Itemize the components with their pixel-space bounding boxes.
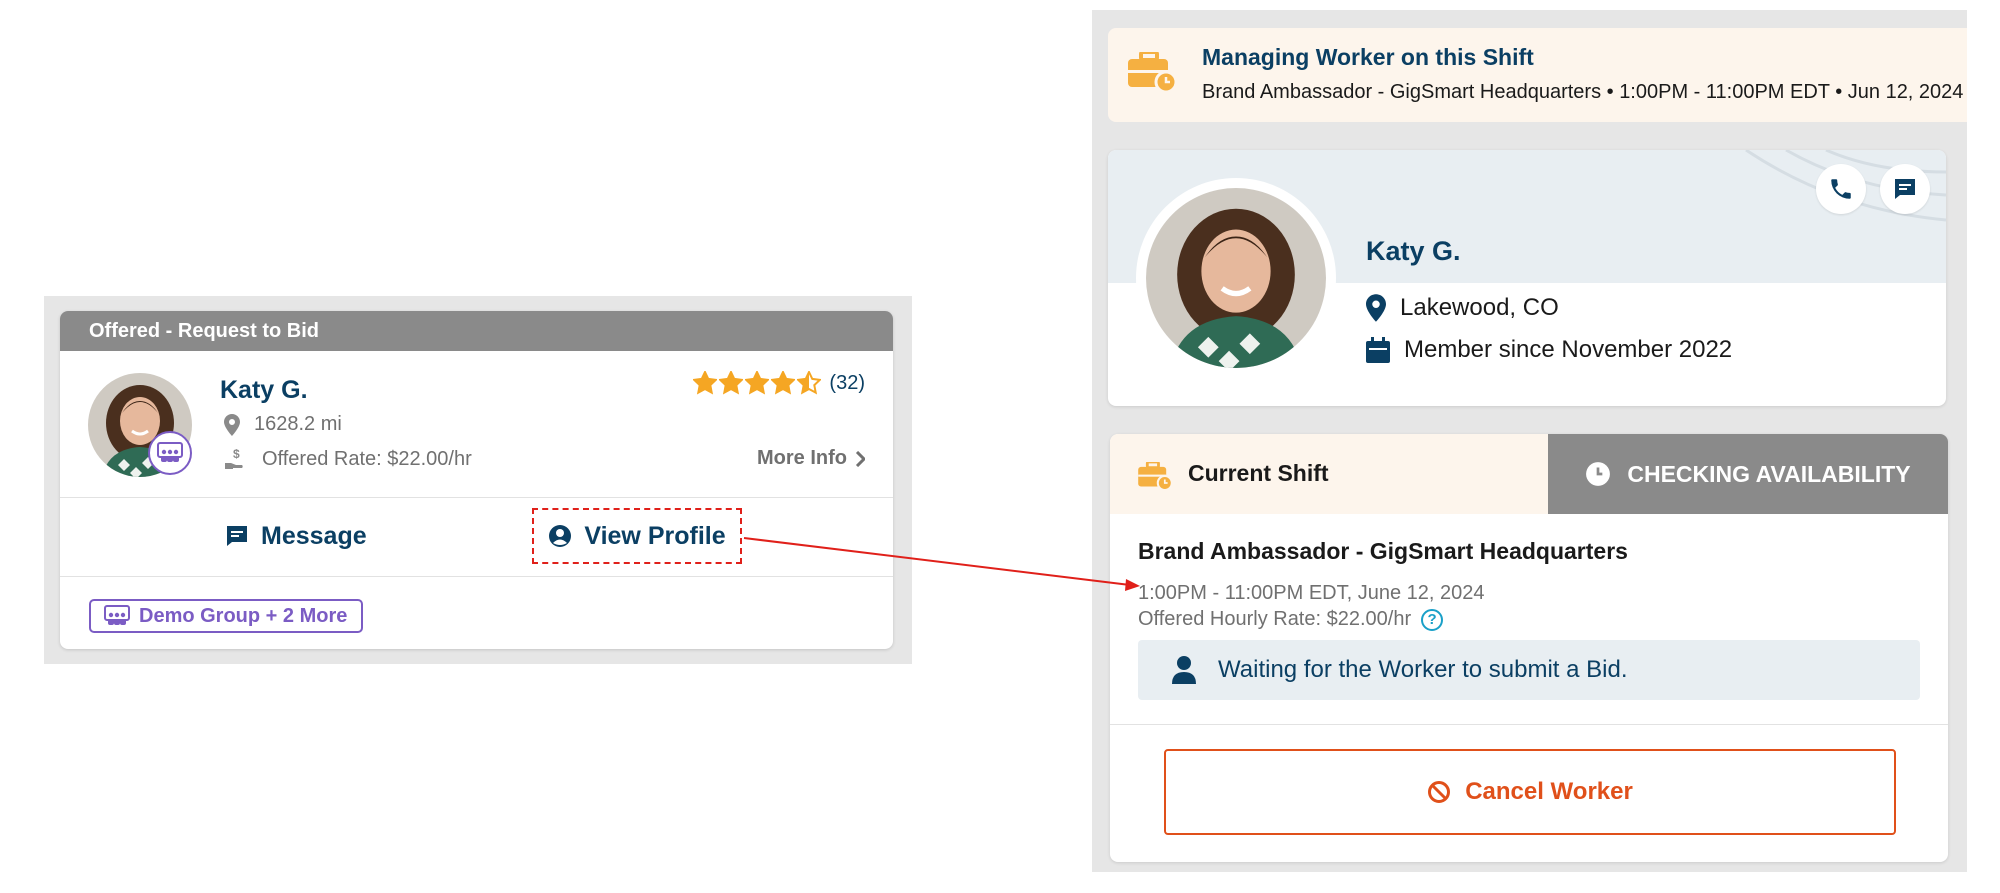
chat-icon [1893, 177, 1917, 201]
profile-avatar [1146, 188, 1326, 368]
group-members-icon [148, 431, 192, 475]
clock-icon [1585, 461, 1611, 487]
status-label: CHECKING AVAILABILITY [1627, 460, 1911, 487]
banner-subtitle: Brand Ambassador - GigSmart Headquarters… [1202, 81, 1964, 103]
cancel-worker-button[interactable]: Cancel Worker [1164, 749, 1896, 835]
status-badge: CHECKING AVAILABILITY [1548, 434, 1948, 514]
location-pin-icon [224, 413, 240, 436]
message-button[interactable]: Message [225, 508, 367, 564]
group-tag-label: Demo Group + 2 More [139, 604, 348, 627]
member-since-text: Member since November 2022 [1404, 336, 1733, 363]
shift-rate: Offered Hourly Rate: $22.00/hr ? [1138, 608, 1444, 631]
worker-offer-card: Offered - Request to Bid Katy G. 1628.2 … [60, 311, 893, 649]
waiting-notice: Waiting for the Worker to submit a Bid. [1138, 640, 1920, 700]
offered-rate-text: Offered Rate: $22.00/hr [262, 447, 472, 470]
stars-icon [693, 371, 822, 395]
call-button[interactable] [1816, 164, 1866, 214]
phone-icon [1828, 176, 1854, 202]
waiting-message: Waiting for the Worker to submit a Bid. [1218, 656, 1628, 683]
message-label: Message [261, 521, 367, 550]
chat-icon [225, 524, 249, 548]
shift-rate-text: Offered Hourly Rate: $22.00/hr [1138, 608, 1412, 630]
more-info-link[interactable]: More Info [757, 447, 865, 470]
chat-button[interactable] [1880, 164, 1930, 214]
shift-time-text: 1:00PM - 11:00PM EDT, June 12, 2024 [1138, 582, 1485, 604]
cancel-worker-label: Cancel Worker [1465, 778, 1633, 805]
user-circle-icon [548, 524, 572, 548]
worker-profile-card: Katy G. Lakewood, CO Member since Novemb… [1108, 150, 1946, 406]
managing-worker-banner: Managing Worker on this Shift Brand Amba… [1108, 28, 1967, 122]
distance-text: 1628.2 mi [254, 413, 342, 435]
star-icon [693, 371, 718, 395]
star-icon [745, 371, 770, 395]
hand-dollar-icon: $ [224, 447, 248, 471]
briefcase-clock-icon [1128, 52, 1176, 92]
banner-title: Managing Worker on this Shift [1202, 44, 1534, 70]
group-tag[interactable]: Demo Group + 2 More [89, 599, 364, 633]
view-profile-label: View Profile [584, 521, 726, 550]
svg-text:$: $ [233, 447, 240, 461]
divider [1110, 724, 1948, 725]
shift-time: 1:00PM - 11:00PM EDT, June 12, 2024 [1138, 582, 1485, 605]
star-rating: (32) [693, 371, 865, 395]
current-shift-label: Current Shift [1188, 460, 1329, 486]
person-icon [1172, 656, 1196, 684]
location-text: Lakewood, CO [1400, 294, 1559, 321]
worker-detail-panel: Managing Worker on this Shift Brand Amba… [1092, 10, 1967, 872]
tab-current-shift[interactable]: Current Shift [1110, 434, 1548, 514]
location-pin-icon [1366, 294, 1386, 322]
chevron-right-icon [855, 450, 865, 467]
left-card-container: Offered - Request to Bid Katy G. 1628.2 … [44, 296, 912, 664]
worker-name: Katy G. [220, 376, 308, 404]
more-info-label: More Info [757, 447, 847, 469]
rating-count: (32) [829, 371, 865, 394]
rate-row: $ Offered Rate: $22.00/hr [224, 447, 472, 471]
star-icon [771, 371, 796, 395]
shift-title: Brand Ambassador - GigSmart Headquarters [1138, 538, 1628, 564]
help-icon[interactable]: ? [1421, 608, 1444, 631]
current-shift-card: Current Shift CHECKING AVAILABILITY Bran… [1110, 434, 1948, 862]
offer-status-header: Offered - Request to Bid [60, 311, 893, 351]
card-actions: Message View Profile [60, 498, 893, 577]
ban-icon [1427, 780, 1451, 804]
distance-row: 1628.2 mi [224, 413, 342, 436]
profile-name: Katy G. [1366, 236, 1461, 266]
star-icon [797, 371, 822, 395]
location-row: Lakewood, CO [1366, 294, 1559, 322]
group-icon [103, 605, 131, 627]
worker-summary: Katy G. 1628.2 mi $ Offered Rate: $22.00… [60, 351, 893, 498]
briefcase-clock-icon [1138, 462, 1172, 490]
star-icon [719, 371, 744, 395]
view-profile-button[interactable]: View Profile [532, 508, 742, 564]
calendar-icon [1366, 337, 1390, 363]
member-since-row: Member since November 2022 [1366, 336, 1732, 364]
